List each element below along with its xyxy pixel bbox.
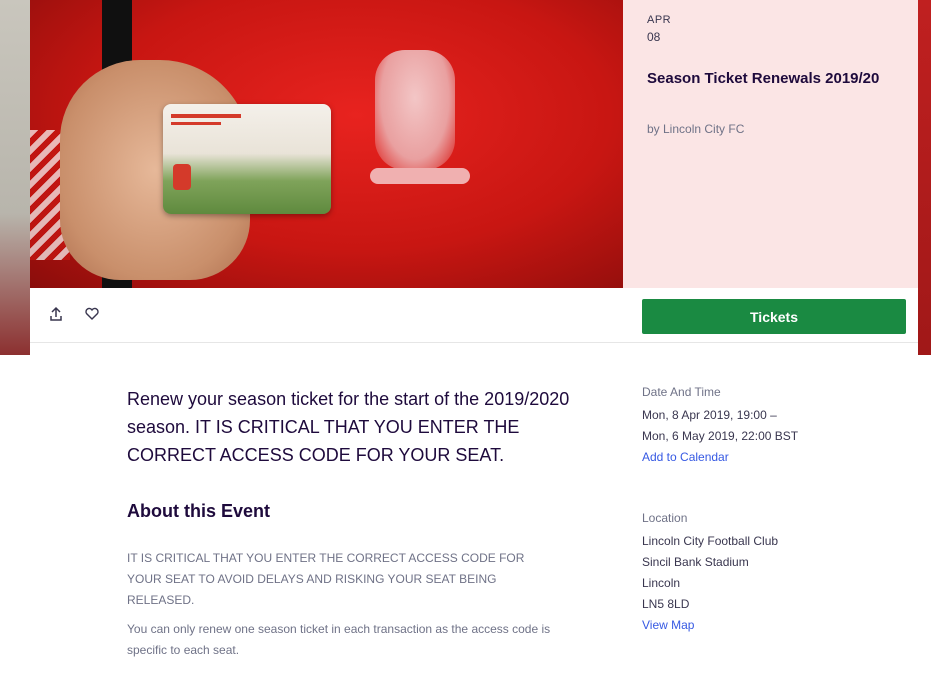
event-summary: Renew your season ticket for the start o… [127,389,570,465]
share-icon-glyph [50,306,62,321]
event-day: 08 [647,30,661,44]
location-city: Lincoln [642,576,681,590]
heart-icon-glyph [85,307,99,320]
heart-icon[interactable] [82,306,102,326]
event-hero-image [30,0,623,288]
about-paragraph-1: IT IS CRITICAL THAT YOU ENTER THE CORREC… [127,551,525,607]
event-info-panel: APR 08 Season Ticket Renewals 2019/20 by… [623,0,918,288]
club-badge-label-graphic [370,168,470,184]
location-venue: Lincoln City Football Club [642,534,779,548]
location-postcode: LN5 8LD [642,597,690,611]
date-time-end: Mon, 6 May 2019, 22:00 BST [642,429,799,443]
club-badge-graphic [375,50,455,170]
season-ticket-card-graphic [163,104,331,214]
location-heading: Location [642,511,688,525]
tickets-button[interactable]: Tickets [642,299,906,334]
event-card: APR 08 Season Ticket Renewals 2019/20 by… [30,0,918,686]
share-icon[interactable] [46,306,66,326]
event-description: Renew your season ticket for the start o… [127,385,587,661]
add-to-calendar-link[interactable]: Add to Calendar [642,447,872,468]
about-paragraph-2: You can only renew one season ticket in … [127,622,551,657]
backdrop-left [0,0,30,355]
location-block: Location Lincoln City Football Club Sinc… [642,511,872,636]
date-time-heading: Date And Time [642,385,721,399]
action-bar: Tickets [30,288,918,343]
event-organizer[interactable]: by Lincoln City FC [647,122,744,136]
club-crest-icon [173,164,191,190]
view-map-link[interactable]: View Map [642,615,872,636]
location-stadium: Sincil Bank Stadium [642,555,749,569]
event-details-sidebar: Date And Time Mon, 8 Apr 2019, 19:00 – M… [642,385,872,636]
event-month: APR [647,14,672,26]
about-heading: About this Event [127,501,270,521]
event-title: Season Ticket Renewals 2019/20 [647,70,880,87]
date-time-start: Mon, 8 Apr 2019, 19:00 – [642,408,777,422]
backdrop-right [917,0,931,355]
